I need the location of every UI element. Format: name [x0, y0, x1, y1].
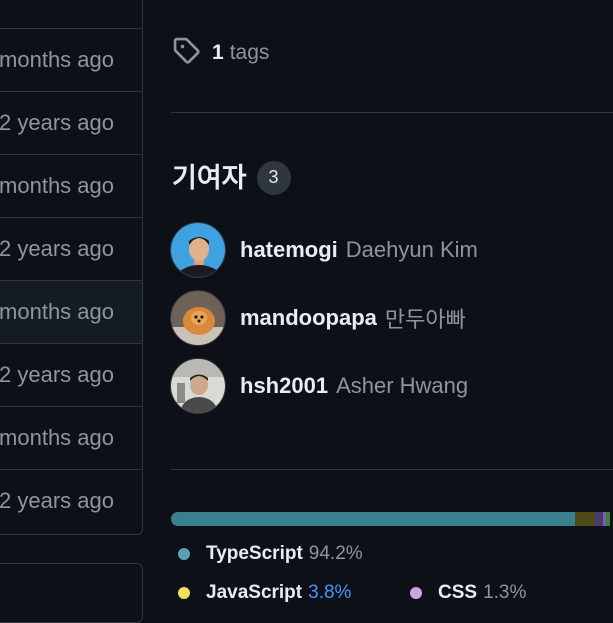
language-name: JavaScript: [206, 582, 303, 603]
divider: [171, 112, 613, 113]
commit-age: 2 years ago: [0, 362, 114, 387]
file-row[interactable]: 2 years ago: [0, 343, 142, 406]
language-item-css[interactable]: CSS 1.3%: [410, 582, 526, 604]
file-row[interactable]: 2 years ago: [0, 217, 142, 280]
commit-age: months ago: [0, 173, 114, 198]
language-bar-css: [595, 512, 603, 526]
commit-age: months ago: [0, 425, 114, 450]
avatar[interactable]: [170, 222, 226, 278]
file-row[interactable]: 2 years ago: [0, 469, 142, 532]
contributor-item[interactable]: hsh2001 Asher Hwang: [170, 358, 468, 414]
file-list-panel: months ago 2 years ago months ago 2 year…: [0, 0, 143, 535]
readme-panel: [0, 563, 143, 623]
avatar[interactable]: [170, 290, 226, 346]
commit-age: 2 years ago: [0, 110, 114, 135]
file-row[interactable]: months ago: [0, 280, 142, 343]
language-color-dot: [410, 587, 422, 599]
contributor-login[interactable]: hatemogi: [240, 237, 338, 263]
commit-age: 2 years ago: [0, 236, 114, 261]
language-percent: 94.2%: [308, 543, 363, 564]
language-bar-typescript: [171, 512, 575, 526]
commit-age: 2 years ago: [0, 488, 114, 513]
contributor-name: Daehyun Kim: [345, 237, 478, 262]
commit-age: months ago: [0, 47, 114, 72]
avatar[interactable]: [170, 358, 226, 414]
language-name: CSS: [438, 582, 478, 603]
contributors-heading[interactable]: 기여자 3: [172, 156, 291, 195]
contributor-login[interactable]: hsh2001: [240, 373, 328, 399]
language-item-typescript[interactable]: TypeScript 94.2%: [178, 543, 363, 565]
language-bar: [171, 512, 613, 526]
contributor-name: 만두아빠: [384, 307, 466, 332]
tags-link[interactable]: 1 tags: [172, 36, 269, 69]
file-row[interactable]: months ago: [0, 406, 142, 469]
language-item-javascript[interactable]: JavaScript 3.8%: [178, 582, 351, 604]
language-bar-javascript: [575, 512, 595, 526]
language-name: TypeScript: [206, 543, 303, 564]
contributor-login[interactable]: mandoopapa: [240, 305, 377, 331]
language-percent: 1.3%: [483, 582, 527, 603]
divider: [171, 469, 613, 470]
language-bar-other: [606, 512, 610, 526]
contributor-name: Asher Hwang: [336, 373, 469, 398]
file-row[interactable]: months ago: [0, 154, 142, 217]
language-color-dot: [178, 548, 190, 560]
contributor-item[interactable]: hatemogi Daehyun Kim: [170, 222, 478, 278]
commit-age: months ago: [0, 299, 114, 324]
tag-icon: [172, 36, 200, 69]
tags-label: tags: [229, 40, 270, 64]
contributor-item[interactable]: mandoopapa 만두아빠: [170, 290, 466, 346]
language-percent: 3.8%: [308, 582, 352, 603]
tags-count: 1: [212, 40, 224, 64]
file-row[interactable]: 2 years ago: [0, 91, 142, 154]
contributors-title: 기여자: [172, 163, 247, 193]
language-color-dot: [178, 587, 190, 599]
file-row[interactable]: months ago: [0, 28, 142, 91]
contributors-count-badge: 3: [256, 160, 291, 195]
